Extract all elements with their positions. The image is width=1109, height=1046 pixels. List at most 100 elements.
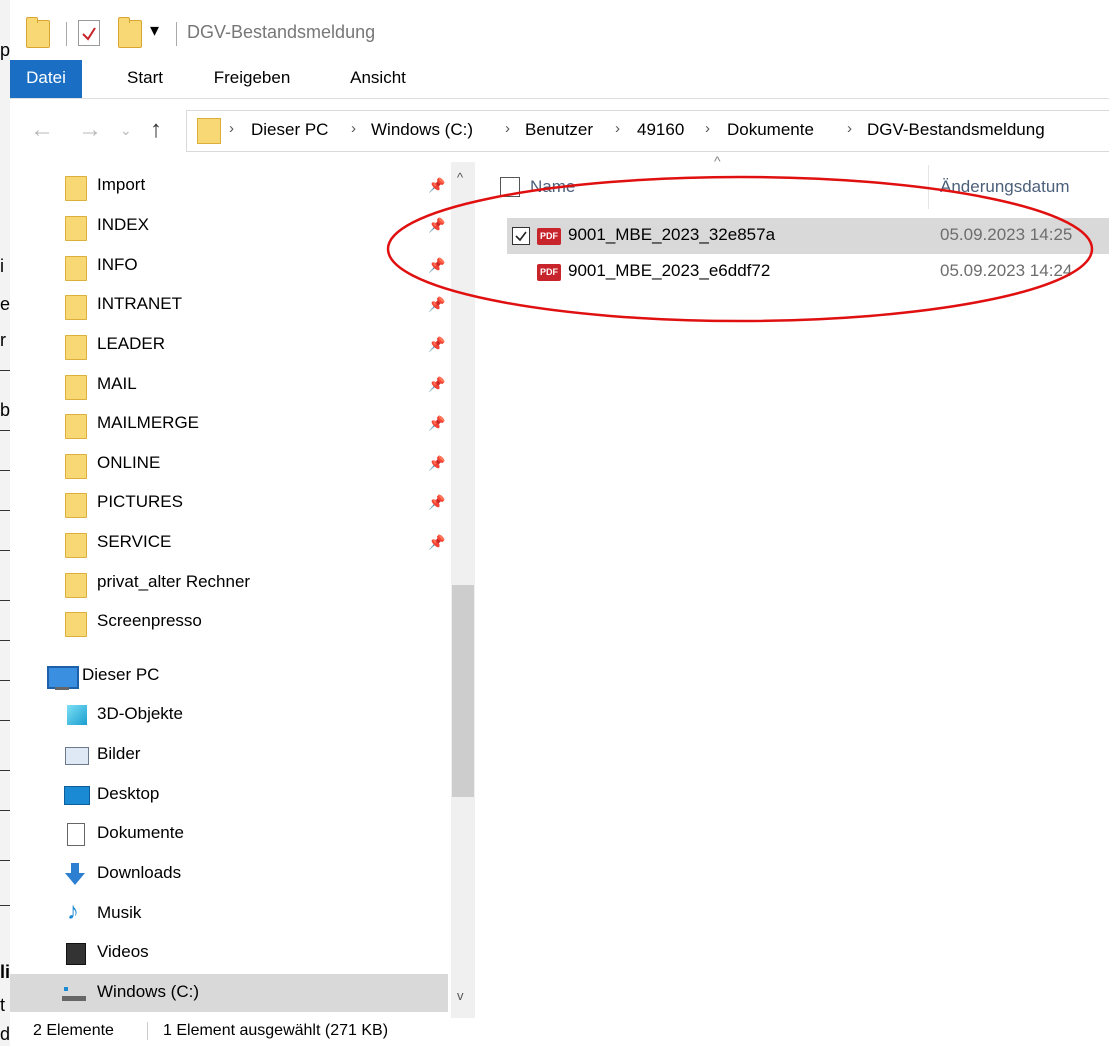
nav-item-label: SERVICE <box>97 532 172 551</box>
nav-item-leader[interactable]: LEADER 📌 <box>10 326 448 364</box>
new-folder-icon[interactable] <box>118 17 142 48</box>
scroll-up-icon[interactable]: ^ <box>457 170 463 185</box>
pin-icon[interactable]: 📌 <box>428 455 445 472</box>
nav-item-online[interactable]: ONLINE 📌 <box>10 445 448 483</box>
column-header: Name ^ Änderungsdatum <box>498 153 1109 209</box>
file-row[interactable]: PDF 9001_MBE_2023_32e857a 05.09.2023 14:… <box>507 218 1109 254</box>
nav-item-pictures[interactable]: PICTURES 📌 <box>10 484 448 522</box>
tab-freigeben[interactable]: Freigeben <box>202 60 302 98</box>
pin-icon[interactable]: 📌 <box>428 257 445 274</box>
file-name[interactable]: 9001_MBE_2023_32e857a <box>568 225 775 245</box>
pin-icon[interactable]: 📌 <box>428 336 445 353</box>
nav-item-label: INTRANET <box>97 294 182 313</box>
recent-locations-chevron-icon[interactable]: ⌄ <box>120 122 132 139</box>
nav-item-mail[interactable]: MAIL 📌 <box>10 366 448 404</box>
folder-icon <box>65 335 87 360</box>
folder-icon <box>65 256 87 281</box>
nav-item-label: Videos <box>97 942 149 961</box>
quick-access-dropdown-icon[interactable]: ▾ <box>150 20 159 41</box>
nav-item-label: Musik <box>97 903 142 922</box>
up-arrow-icon[interactable]: ↑ <box>150 116 162 144</box>
scroll-down-icon[interactable]: v <box>457 988 464 1003</box>
folder-icon <box>65 176 87 201</box>
tab-ansicht[interactable]: Ansicht <box>333 60 423 98</box>
nav-item-dieser-pc[interactable]: Dieser PC <box>10 657 448 695</box>
nav-item-downloads[interactable]: Downloads <box>10 855 448 893</box>
background-text: p <box>0 40 11 60</box>
status-bar: 2 Elemente 1 Element ausgewählt (271 KB) <box>10 1018 1109 1046</box>
nav-item-label: Desktop <box>97 784 160 803</box>
column-header-name[interactable]: Name <box>530 177 575 197</box>
folder-icon <box>65 295 87 320</box>
tab-start[interactable]: Start <box>110 60 180 98</box>
documents-icon <box>67 823 85 846</box>
select-all-checkbox[interactable] <box>500 177 520 197</box>
tab-datei[interactable]: Datei <box>10 60 82 98</box>
breadcrumb-separator-icon: › <box>847 120 852 137</box>
pictures-icon <box>65 747 89 765</box>
film-icon <box>66 943 86 965</box>
folder-icon <box>65 612 87 637</box>
nav-item-label: Screenpresso <box>97 611 202 630</box>
properties-icon[interactable] <box>78 20 100 46</box>
nav-scrollbar-thumb[interactable] <box>452 585 474 797</box>
nav-item-label: ONLINE <box>97 453 161 472</box>
pin-icon[interactable]: 📌 <box>428 217 445 234</box>
nav-item-privat-alter-rechner[interactable]: privat_alter Rechner <box>10 564 448 602</box>
nav-item-service[interactable]: SERVICE 📌 <box>10 524 448 562</box>
nav-item-index[interactable]: INDEX 📌 <box>10 207 448 245</box>
nav-item-intranet[interactable]: INTRANET 📌 <box>10 286 448 324</box>
forward-arrow-icon[interactable]: → <box>78 116 102 144</box>
nav-item-import[interactable]: Import 📌 <box>10 167 448 205</box>
address-bar[interactable]: › Dieser PC › Windows (C:) › Benutzer › … <box>186 110 1109 152</box>
breadcrumb-item[interactable]: DGV-Bestandsmeldung <box>867 120 1045 140</box>
nav-item-label: LEADER <box>97 334 166 353</box>
breadcrumb-item[interactable]: 49160 <box>637 120 684 140</box>
nav-item-label: Import <box>97 175 146 194</box>
back-arrow-icon[interactable]: ← <box>30 116 54 144</box>
file-modified-date: 05.09.2023 14:24 <box>940 261 1073 280</box>
breadcrumb-separator-icon: › <box>505 120 510 137</box>
nav-item-mailmerge[interactable]: MAILMERGE 📌 <box>10 405 448 443</box>
pin-icon[interactable]: 📌 <box>428 177 445 194</box>
background-text: e <box>0 294 11 314</box>
background-text: b <box>0 400 11 420</box>
background-text: i <box>0 256 4 276</box>
pin-icon[interactable]: 📌 <box>428 415 445 432</box>
nav-item-label: MAIL <box>97 374 137 393</box>
folder-icon <box>65 533 87 558</box>
folder-icon <box>65 375 87 400</box>
nav-item-musik[interactable]: ♪ Musik <box>10 895 448 933</box>
file-name[interactable]: 9001_MBE_2023_e6ddf72 <box>568 261 770 281</box>
nav-item-info[interactable]: INFO 📌 <box>10 247 448 285</box>
background-text: d <box>0 1024 11 1044</box>
background-text: li <box>0 962 11 982</box>
nav-item-desktop[interactable]: Desktop <box>10 776 448 814</box>
breadcrumb-item[interactable]: Dieser PC <box>251 120 328 140</box>
nav-item-bilder[interactable]: Bilder <box>10 736 448 774</box>
nav-item-dokumente[interactable]: Dokumente <box>10 815 448 853</box>
column-header-modified[interactable]: Änderungsdatum <box>940 177 1069 197</box>
folder-icon[interactable] <box>26 17 50 48</box>
nav-item-label: PICTURES <box>97 492 183 511</box>
nav-item-windows-c[interactable]: Windows (C:) <box>10 974 448 1012</box>
nav-item-label: Bilder <box>97 744 141 763</box>
nav-item-3d-objekte[interactable]: 3D-Objekte <box>10 696 448 734</box>
pin-icon[interactable]: 📌 <box>428 296 445 313</box>
breadcrumb-item[interactable]: Windows (C:) <box>371 120 473 140</box>
breadcrumb-item[interactable]: Dokumente <box>727 120 814 140</box>
folder-icon <box>65 414 87 439</box>
pin-icon[interactable]: 📌 <box>428 376 445 393</box>
nav-item-label: privat_alter Rechner <box>97 572 251 591</box>
row-checkbox[interactable] <box>512 227 530 245</box>
breadcrumb-separator-icon: › <box>351 120 356 137</box>
background-text: r <box>0 330 6 350</box>
breadcrumb-item[interactable]: Benutzer <box>525 120 593 140</box>
breadcrumb-separator-icon: › <box>705 120 710 137</box>
pdf-file-icon: PDF <box>537 228 561 245</box>
pin-icon[interactable]: 📌 <box>428 494 445 511</box>
nav-item-videos[interactable]: Videos <box>10 934 448 972</box>
file-row[interactable]: PDF 9001_MBE_2023_e6ddf72 05.09.2023 14:… <box>507 254 1109 290</box>
nav-item-screenpresso[interactable]: Screenpresso <box>10 603 448 641</box>
pin-icon[interactable]: 📌 <box>428 534 445 551</box>
